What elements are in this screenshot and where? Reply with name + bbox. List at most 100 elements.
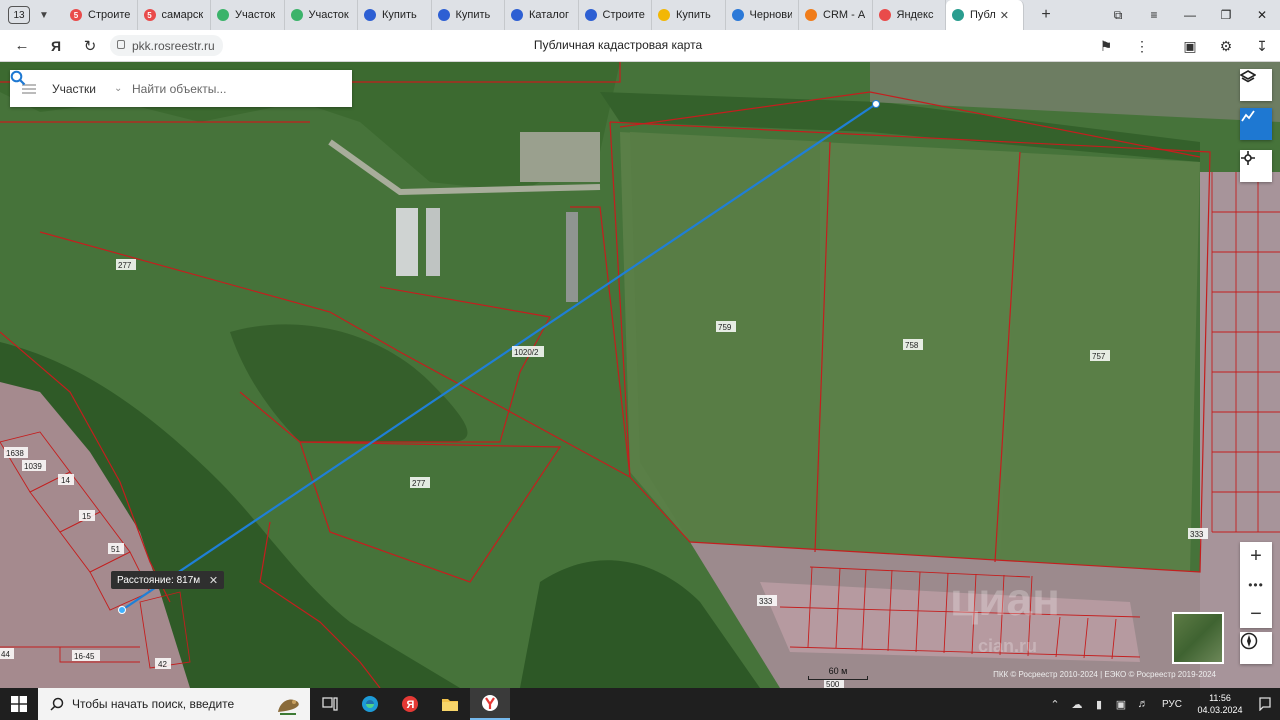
- extension-icon[interactable]: ⚙: [1208, 38, 1244, 55]
- search-icon: [50, 697, 64, 711]
- tab-favicon-icon: 5: [143, 9, 156, 21]
- taskbar-search-box[interactable]: Чтобы начать поиск, введите: [38, 688, 310, 720]
- tab-label: Купить: [382, 9, 417, 21]
- parcel-label-1638[interactable]: 1638: [6, 449, 24, 458]
- tab-item[interactable]: Купить: [652, 0, 726, 30]
- tab-item[interactable]: Купить: [358, 0, 432, 30]
- tab-list-chevron-icon[interactable]: ▼: [34, 5, 54, 25]
- url-field[interactable]: pkk.rosreestr.ru: [110, 35, 223, 56]
- tab-item[interactable]: Участок: [211, 0, 285, 30]
- parcel-label-1039[interactable]: 1039: [24, 462, 42, 471]
- yandex-browser-icon[interactable]: Я: [390, 688, 430, 720]
- tab-item[interactable]: Купить: [432, 0, 505, 30]
- window-controls: ⧉ ≡ — ❐ ✕: [1100, 0, 1280, 30]
- parcel-label-759[interactable]: 759: [718, 323, 732, 332]
- collections-icon[interactable]: ▣: [1172, 38, 1208, 55]
- back-arrow-icon[interactable]: ←: [10, 34, 34, 58]
- reload-icon[interactable]: ↻: [78, 34, 102, 58]
- parcel-label-277[interactable]: 277: [412, 479, 426, 488]
- crosshair-icon: [1241, 151, 1255, 165]
- chevron-down-icon[interactable]: ⌄: [114, 83, 128, 94]
- language-indicator[interactable]: РУС: [1162, 699, 1182, 710]
- zoom-in-button[interactable]: +: [1240, 542, 1272, 570]
- tab-item[interactable]: Строите: [579, 0, 652, 30]
- scale-label: 60 м: [828, 666, 848, 676]
- bookmark-icon[interactable]: ⚑: [1088, 38, 1124, 55]
- file-explorer-icon[interactable]: [430, 688, 470, 720]
- bookmarks-panel-icon[interactable]: ⧉: [1100, 8, 1136, 23]
- volume-icon[interactable]: ♬: [1132, 698, 1154, 710]
- cadastral-map[interactable]: 277 277 1020/2 759 758 757 333 333 14 15…: [0, 62, 1280, 688]
- task-view-icon[interactable]: [310, 688, 350, 720]
- battery-icon[interactable]: ▮: [1088, 698, 1110, 711]
- parcel-label-1020-2[interactable]: 1020/2: [514, 348, 539, 357]
- edge-browser-icon[interactable]: [350, 688, 390, 720]
- browser-menu-icon[interactable]: ≡: [1136, 8, 1172, 22]
- scale-line: [808, 676, 868, 680]
- layers-button[interactable]: [1240, 69, 1272, 101]
- yandex-app-icon[interactable]: [470, 688, 510, 720]
- compass-button[interactable]: [1240, 632, 1272, 664]
- tab-favicon-icon: [217, 9, 229, 21]
- onedrive-icon[interactable]: ☁: [1066, 698, 1088, 711]
- parcel-label-51[interactable]: 51: [111, 545, 120, 554]
- tab-favicon-icon: [437, 9, 450, 21]
- close-window-icon[interactable]: ✕: [1244, 8, 1280, 22]
- measure-point-start[interactable]: [118, 606, 126, 614]
- map-search-input[interactable]: [132, 81, 312, 96]
- locate-button[interactable]: [1240, 150, 1272, 182]
- parcel-label-44[interactable]: 44: [1, 650, 10, 659]
- compass-icon: [1240, 632, 1258, 650]
- scale-bar: 60 м: [808, 666, 868, 680]
- tab-label: Купить: [455, 9, 491, 21]
- restore-icon[interactable]: ❐: [1208, 8, 1244, 22]
- browser-tab-strip: 13 ▼ 5 Строите 5 самарск Участок Участок К…: [0, 0, 1280, 30]
- measure-distance-tooltip: Расстояние: 817м ✕: [111, 571, 225, 589]
- parcel-label-42[interactable]: 42: [158, 660, 167, 669]
- tab-item[interactable]: Участок: [285, 0, 358, 30]
- address-bar-actions: ⚑ ⋮ ▣ ⚙ ↧: [1088, 30, 1280, 62]
- tab-item-active[interactable]: Публ ✕: [946, 0, 1024, 30]
- tray-chevron-up-icon[interactable]: ⌃: [1044, 698, 1066, 711]
- tab-item[interactable]: Черновик: [726, 0, 799, 30]
- more-options-icon[interactable]: ⋮: [1124, 38, 1160, 55]
- yandex-logo-icon[interactable]: Я: [44, 34, 68, 58]
- parcel-label-15[interactable]: 15: [82, 512, 91, 521]
- windows-start-icon[interactable]: [0, 688, 38, 720]
- parcel-label-333[interactable]: 333: [759, 597, 773, 606]
- close-icon[interactable]: ✕: [209, 574, 218, 587]
- new-tab-plus-icon[interactable]: +: [1034, 3, 1058, 27]
- map-attribution: ПКК © Росреестр 2010-2024 | ЕЭКО © Росре…: [993, 670, 1216, 679]
- tab-list: 5 Строите 5 самарск Участок Участок Купить…: [64, 0, 1024, 30]
- layer-select[interactable]: Участки: [52, 82, 110, 96]
- tab-favicon-icon: [511, 9, 523, 21]
- tab-item[interactable]: 5 самарск: [138, 0, 211, 30]
- parcel-label-277[interactable]: 277: [118, 261, 132, 270]
- parcel-label-757[interactable]: 757: [1092, 352, 1106, 361]
- measure-tool-button[interactable]: [1240, 108, 1272, 140]
- minimize-icon[interactable]: —: [1172, 8, 1208, 22]
- tab-item[interactable]: Яндекс: [873, 0, 946, 30]
- tab-item[interactable]: Каталог: [505, 0, 579, 30]
- clock-date: 04.03.2024: [1197, 705, 1243, 715]
- more-tools-icon[interactable]: •••: [1240, 570, 1272, 600]
- ruler-line-icon: [1241, 110, 1255, 122]
- downloads-icon[interactable]: ↧: [1244, 38, 1280, 55]
- parcel-label-758[interactable]: 758: [905, 341, 919, 350]
- network-icon[interactable]: ▣: [1110, 698, 1132, 711]
- clock[interactable]: 11:56 04.03.2024: [1190, 692, 1250, 716]
- tab-item[interactable]: 5 Строите: [64, 0, 138, 30]
- parcel-label-333[interactable]: 333: [1190, 530, 1204, 539]
- measure-point-end[interactable]: [872, 100, 880, 108]
- notifications-icon[interactable]: [1250, 688, 1280, 720]
- parcel-label-14[interactable]: 14: [61, 476, 70, 485]
- tab-close-icon[interactable]: ✕: [1000, 9, 1009, 22]
- parcel-label-16-45[interactable]: 16-45: [74, 652, 95, 661]
- tab-label: Каталог: [529, 9, 569, 21]
- tab-item[interactable]: CRM - А: [799, 0, 873, 30]
- search-icon[interactable]: [10, 70, 26, 86]
- parcel-label-500[interactable]: 500: [826, 680, 840, 688]
- tab-count-badge[interactable]: 13: [8, 6, 30, 24]
- tab-label: Участок: [235, 9, 276, 21]
- zoom-out-button[interactable]: −: [1240, 600, 1272, 628]
